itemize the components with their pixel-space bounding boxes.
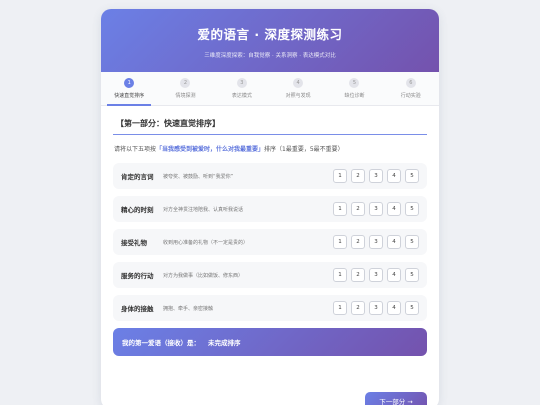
step-tab-4[interactable]: 4 对照与发现 [270, 72, 326, 105]
rank-button-2[interactable]: 2 [351, 268, 365, 282]
step-tab-6[interactable]: 6 行动实验 [383, 72, 439, 105]
list-item: 身体的接触 拥抱、牵手、亲密接触 1 2 3 4 5 [113, 295, 427, 321]
language-desc: 对方全神贯注地陪我、认真听我说话 [163, 206, 244, 213]
step-number: 5 [349, 78, 360, 88]
rank-button-5[interactable]: 5 [405, 268, 419, 282]
result-label: 我的第一爱语（接收）是： [122, 339, 200, 347]
rank-button-3[interactable]: 3 [369, 235, 383, 249]
rank-button-3[interactable]: 3 [369, 202, 383, 216]
list-item: 接受礼物 收到用心准备的礼物（不一定是贵的） 1 2 3 4 5 [113, 229, 427, 255]
language-desc: 被夸奖、被鼓励、听到“我爱你” [163, 173, 234, 180]
rank-button-4[interactable]: 4 [387, 235, 401, 249]
rank-button-1[interactable]: 1 [333, 202, 347, 216]
language-desc: 对方为我做事（比如做饭、修东西） [163, 272, 244, 279]
header: 爱的语言 · 深度探测练习 三维度深度探索：自我觉察 · 关系洞察 · 表达模式… [101, 9, 439, 72]
step-label: 表达模式 [231, 93, 252, 99]
rank-button-5[interactable]: 5 [405, 169, 419, 183]
instr-highlight: 「当我感受到被爱时，什么对我最重要」 [156, 146, 265, 153]
instructions: 请将以下五项按「当我感受到被爱时，什么对我最重要」排序（1最重要，5最不重要） [113, 144, 427, 153]
rank-buttons: 1 2 3 4 5 [333, 301, 419, 315]
step-tab-1[interactable]: 1 快速直觉排序 [101, 72, 157, 106]
language-name: 精心的时刻 [121, 206, 154, 214]
step-number: 2 [180, 78, 191, 88]
rank-button-5[interactable]: 5 [405, 301, 419, 315]
ranking-list: 肯定的言词 被夸奖、被鼓励、听到“我爱你” 1 2 3 4 5 精心的时刻 对方… [113, 163, 427, 321]
rank-button-4[interactable]: 4 [387, 169, 401, 183]
content: 【第一部分：快速直觉排序】 请将以下五项按「当我感受到被爱时，什么对我最重要」排… [101, 106, 439, 356]
language-name: 身体的接触 [121, 305, 154, 313]
language-desc: 收到用心准备的礼物（不一定是贵的） [163, 239, 249, 246]
step-tabs: 1 快速直觉排序 2 情境探测 3 表达模式 4 对照与发现 5 缺位诊断 6 … [101, 72, 439, 106]
step-number: 4 [293, 78, 304, 88]
step-label: 情境探测 [175, 93, 196, 99]
rank-buttons: 1 2 3 4 5 [333, 169, 419, 183]
rank-buttons: 1 2 3 4 5 [333, 202, 419, 216]
instr-prefix: 请将以下五项按 [114, 146, 157, 153]
rank-button-4[interactable]: 4 [387, 268, 401, 282]
rank-button-5[interactable]: 5 [405, 202, 419, 216]
rank-button-1[interactable]: 1 [333, 235, 347, 249]
rank-button-2[interactable]: 2 [351, 169, 365, 183]
language-name: 接受礼物 [121, 239, 147, 247]
step-label: 对照与发现 [285, 93, 311, 99]
rank-buttons: 1 2 3 4 5 [333, 268, 419, 282]
page-title: 爱的语言 · 深度探测练习 [197, 27, 343, 42]
step-tab-5[interactable]: 5 缺位诊断 [326, 72, 382, 105]
language-name: 服务的行动 [121, 272, 154, 280]
list-item: 服务的行动 对方为我做事（比如做饭、修东西） 1 2 3 4 5 [113, 262, 427, 288]
rank-button-5[interactable]: 5 [405, 235, 419, 249]
list-item: 肯定的言词 被夸奖、被鼓励、听到“我爱你” 1 2 3 4 5 [113, 163, 427, 189]
rank-button-3[interactable]: 3 [369, 268, 383, 282]
next-section-button[interactable]: 下一部分 → [365, 392, 427, 405]
result-banner: 我的第一爱语（接收）是： 未完成排序 [113, 328, 427, 356]
step-number: 6 [405, 78, 416, 88]
rank-button-2[interactable]: 2 [351, 301, 365, 315]
rank-buttons: 1 2 3 4 5 [333, 235, 419, 249]
list-item: 精心的时刻 对方全神贯注地陪我、认真听我说话 1 2 3 4 5 [113, 196, 427, 222]
rank-button-4[interactable]: 4 [387, 202, 401, 216]
rank-button-2[interactable]: 2 [351, 202, 365, 216]
rank-button-1[interactable]: 1 [333, 301, 347, 315]
language-name: 肯定的言词 [121, 173, 154, 181]
language-desc: 拥抱、牵手、亲密接触 [163, 305, 214, 312]
step-label: 快速直觉排序 [114, 93, 145, 99]
page-subtitle: 三维度深度探索：自我觉察 · 关系洞察 · 表达模式对比 [204, 53, 336, 59]
step-label: 缺位诊断 [344, 93, 365, 99]
rank-button-4[interactable]: 4 [387, 301, 401, 315]
rank-button-2[interactable]: 2 [351, 235, 365, 249]
rank-button-3[interactable]: 3 [369, 301, 383, 315]
step-tab-2[interactable]: 2 情境探测 [157, 72, 213, 105]
step-number: 1 [124, 78, 135, 88]
result-value: 未完成排序 [208, 339, 241, 347]
rank-button-3[interactable]: 3 [369, 169, 383, 183]
instr-suffix: 排序（1最重要，5最不重要） [264, 146, 344, 153]
step-label: 行动实验 [400, 93, 421, 99]
step-tab-3[interactable]: 3 表达模式 [214, 72, 270, 105]
step-number: 3 [236, 78, 247, 88]
rank-button-1[interactable]: 1 [333, 169, 347, 183]
rank-button-1[interactable]: 1 [333, 268, 347, 282]
exercise-card: 爱的语言 · 深度探测练习 三维度深度探索：自我觉察 · 关系洞察 · 表达模式… [101, 9, 439, 405]
section-title: 【第一部分：快速直觉排序】 [113, 118, 427, 135]
